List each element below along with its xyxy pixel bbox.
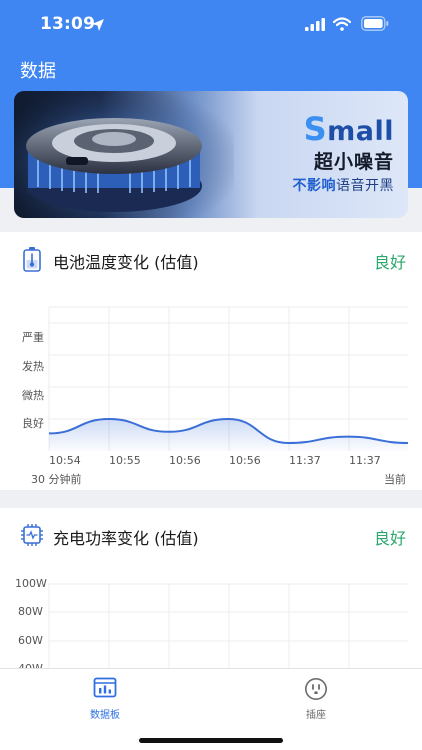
x-tick-label: 10:56 xyxy=(169,454,201,467)
dashboard-icon xyxy=(93,677,117,698)
tab-socket[interactable]: 插座 xyxy=(256,669,376,729)
y-tick-label: 100W xyxy=(15,577,47,590)
banner-subline: 不影响语音开黑 xyxy=(292,178,394,194)
range-end-label: 当前 xyxy=(384,473,406,486)
x-tick-label: 11:37 xyxy=(289,454,321,467)
x-tick-label: 10:54 xyxy=(49,454,81,467)
x-tick-label: 11:37 xyxy=(349,454,381,467)
y-tick-label: 80W xyxy=(18,605,43,618)
charge-power-card: 充电功率变化 (估值) 良好 100W 80W 60W 40W xyxy=(0,508,422,668)
status-time: 13:09 xyxy=(40,14,96,34)
tab-label: 插座 xyxy=(306,710,326,721)
cooler-product-image xyxy=(14,91,234,218)
promo-banner[interactable]: Small 超小噪音 不影响语音开黑 xyxy=(14,91,408,218)
x-tick-label: 10:55 xyxy=(109,454,141,467)
y-tick-label: 60W xyxy=(18,634,43,647)
series-area xyxy=(49,419,408,451)
battery-temp-card: 电池温度变化 (估值) 良好 严重 发热 微热 良好 10:54 10:55 1… xyxy=(0,232,422,490)
power-socket-icon xyxy=(305,678,327,700)
battery-icon xyxy=(361,16,389,31)
charge-power-chart xyxy=(48,583,408,668)
banner-headline: 超小噪音 xyxy=(313,151,394,173)
banner-brand: Small xyxy=(303,110,394,148)
home-indicator xyxy=(139,738,283,743)
x-tick-label: 10:56 xyxy=(229,454,261,467)
location-arrow-icon xyxy=(92,19,104,31)
tab-dashboard[interactable]: 数据板 xyxy=(45,669,165,729)
range-start-label: 30 分钟前 xyxy=(31,473,82,486)
battery-temp-chart xyxy=(48,306,409,451)
cellular-signal-icon xyxy=(305,18,325,31)
page-title: 数据 xyxy=(20,61,56,82)
wifi-icon xyxy=(333,17,351,31)
tab-label: 数据板 xyxy=(90,710,120,721)
status-bar: 13:09 xyxy=(0,0,422,50)
